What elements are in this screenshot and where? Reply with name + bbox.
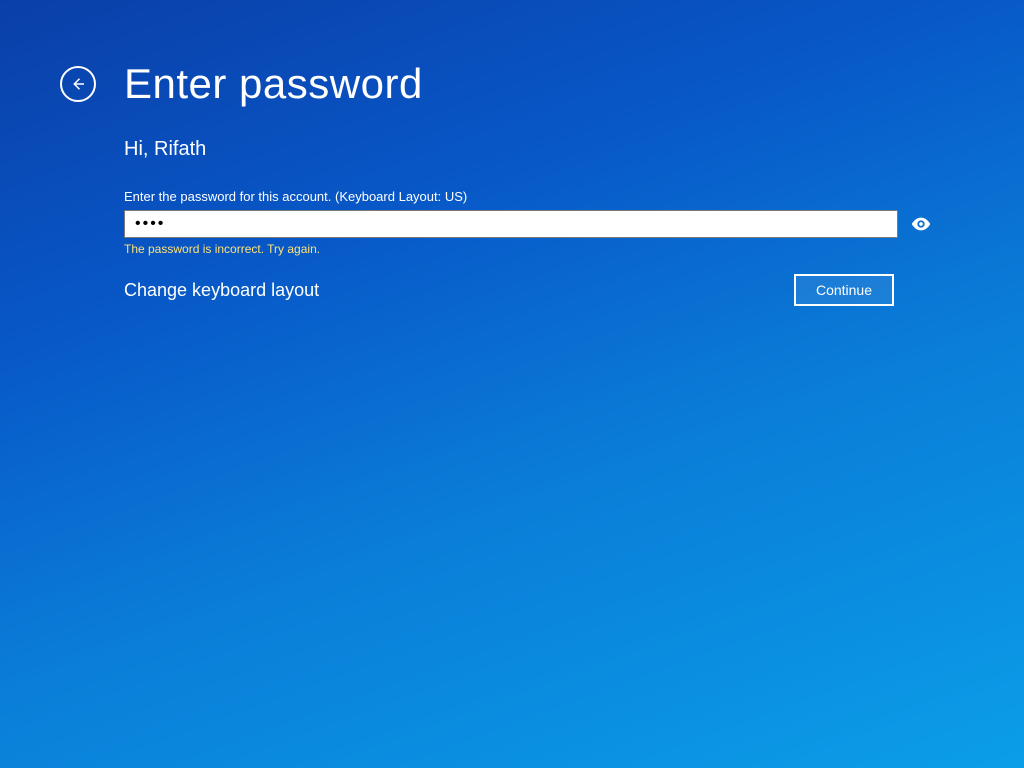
reveal-password-button[interactable] (908, 211, 934, 237)
error-message: The password is incorrect. Try again. (124, 242, 934, 256)
password-input[interactable] (124, 210, 898, 238)
eye-icon (910, 213, 932, 235)
arrow-left-icon (69, 75, 87, 93)
greeting-text: Hi, Rifath (124, 138, 934, 161)
continue-button[interactable]: Continue (794, 274, 894, 306)
page-title: Enter password (124, 60, 423, 108)
back-button[interactable] (60, 66, 96, 102)
instruction-text: Enter the password for this account. (Ke… (124, 189, 934, 204)
change-keyboard-layout-link[interactable]: Change keyboard layout (124, 280, 319, 301)
